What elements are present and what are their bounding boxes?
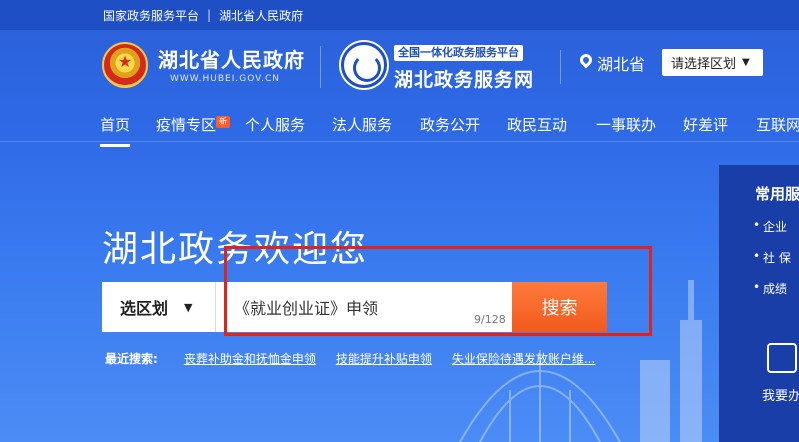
location-pin-icon [577,51,595,69]
new-badge: 新 [216,116,231,128]
nav-epidemic[interactable]: 疫情专区新 [156,114,231,135]
side-panel-item[interactable]: 成绩 [753,280,799,297]
header-divider [320,46,321,88]
national-emblem-icon[interactable] [102,42,148,88]
nav-epidemic-label: 疫情专区 [156,116,217,134]
location-text: 湖北省 [597,55,646,74]
triangle-down-icon: ▼ [184,300,193,314]
recent-search-link[interactable]: 丧葬补助金和抚恤金申领 [184,350,316,367]
region-dropdown-label: 选区划 [120,299,169,318]
recent-search-link[interactable]: 失业保险待遇发放账户维... [452,350,595,367]
common-services-panel: 常用服 企业 社 保 成绩 我要办 [719,165,799,442]
side-panel-apply[interactable]: 我要办 [762,385,799,404]
header: 湖北省人民政府 WWW.HUBEI.GOV.CN 全国一体化政务服务平台 湖北政… [0,30,799,102]
caret-down-icon: ▼ [742,57,750,68]
region-select-button[interactable]: 请选择区划 ▼ [662,49,763,76]
topbar-separator: | [207,8,212,22]
gov-name[interactable]: 湖北省人民政府 [158,44,305,73]
service-logo-icon[interactable] [341,42,387,88]
recent-search-link[interactable]: 技能提升补贴申领 [336,350,432,367]
gov-url: WWW.HUBEI.GOV.CN [170,74,281,84]
nav-legal-entity[interactable]: 法人服务 [332,114,392,135]
recent-label: 最近搜索: [105,352,158,366]
service-apply-icon[interactable] [767,343,797,373]
nav-internet[interactable]: 互联网 [756,114,799,135]
char-counter: 9/128 [474,313,506,326]
side-panel-title: 常用服 [755,185,799,203]
nav-rating[interactable]: 好差评 [683,114,728,135]
top-bar: 国家政务服务平台 | 湖北省人民政府 [0,0,799,30]
search-input[interactable] [216,282,512,332]
nav-personal[interactable]: 个人服务 [245,114,305,135]
nav-gov-affairs[interactable]: 政务公开 [420,114,480,135]
national-platform-link[interactable]: 国家政务服务平台 [103,7,199,24]
header-divider-2 [560,50,561,84]
main-nav: 首页 疫情专区新 个人服务 法人服务 政务公开 政民互动 一事联办 好差评 互联… [0,102,799,147]
side-panel-item[interactable]: 企业 [753,218,799,235]
search-bar: 选区划 ▼ 9/128 搜索 [102,282,607,332]
nav-interaction[interactable]: 政民互动 [507,114,567,135]
service-tag: 全国一体化政务服务平台 [394,45,523,61]
region-button-label: 请选择区划 [671,57,737,72]
side-panel-item[interactable]: 社 保 [753,249,799,266]
search-button[interactable]: 搜索 [512,282,607,332]
service-name[interactable]: 湖北政务服务网 [394,65,534,92]
region-dropdown[interactable]: 选区划 ▼ [102,282,216,332]
city-skyline-illustration [459,280,702,442]
nav-home[interactable]: 首页 [100,114,131,147]
nav-one-thing[interactable]: 一事联办 [596,114,656,135]
recent-searches: 最近搜索: 丧葬补助金和抚恤金申领 技能提升补贴申领 失业保险待遇发放账户维..… [105,350,615,367]
welcome-heading: 湖北政务欢迎您 [102,229,369,270]
province-gov-link[interactable]: 湖北省人民政府 [219,7,303,24]
